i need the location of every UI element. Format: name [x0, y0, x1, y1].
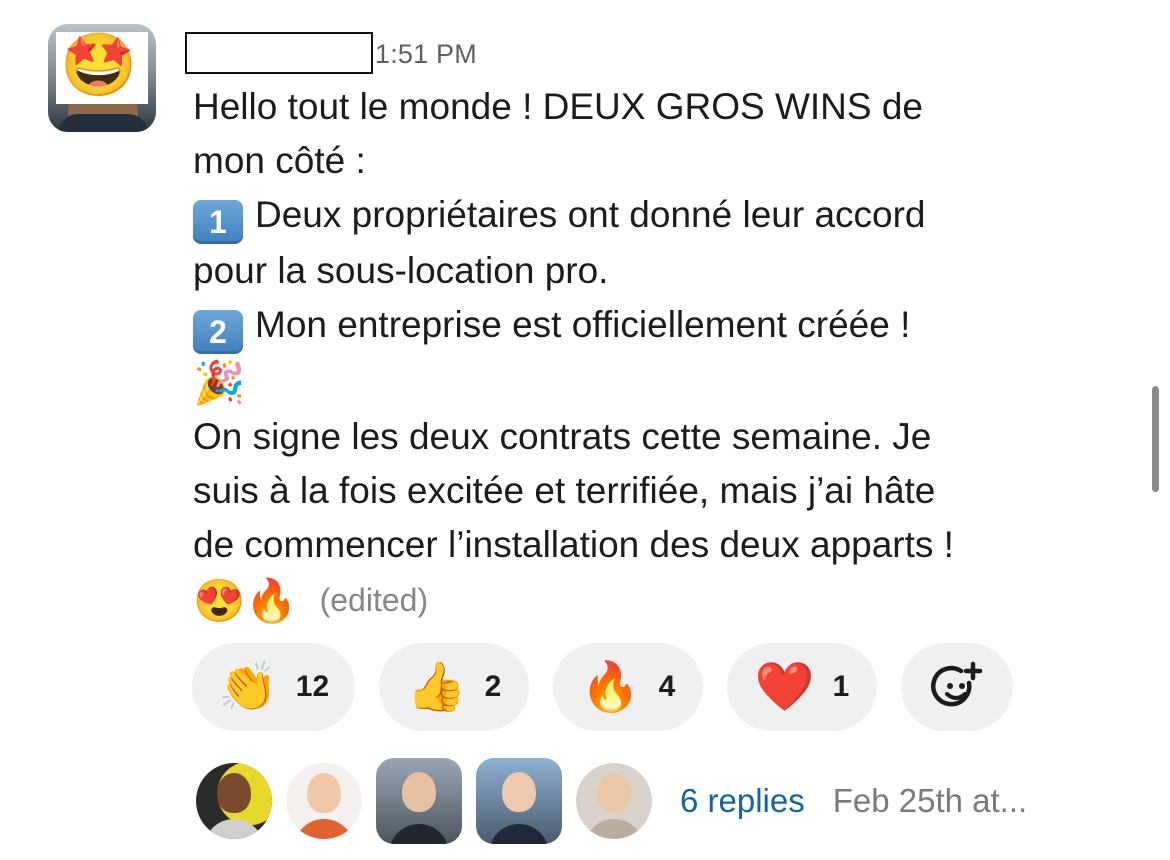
reaction-count: 12 [295, 670, 330, 703]
clapping-hands-icon: 👏 [218, 659, 278, 715]
message-line: Mon entreprise est officiellement créée … [255, 304, 911, 345]
add-reaction-icon [931, 661, 983, 707]
reactions-bar: 👏 12 👍 2 🔥 4 ❤️ 1 [192, 643, 1014, 731]
last-reply-date: Feb 25th at... [832, 782, 1028, 819]
message-timestamp[interactable]: 1:51 PM [375, 39, 477, 70]
reaction-thumbs-up[interactable]: 👍 2 [379, 643, 530, 731]
message-line: de commencer l’installation des deux app… [193, 524, 954, 565]
reply-avatar [196, 763, 272, 839]
author-avatar[interactable]: 🤩 [48, 24, 156, 132]
avatar-body [489, 824, 549, 844]
reaction-count: 2 [484, 670, 502, 703]
avatar-body [584, 819, 644, 839]
add-reaction-button[interactable] [901, 643, 1014, 731]
message-line-item-2: 2 Mon entreprise est officiellement créée… [193, 298, 1123, 354]
thumbs-up-icon: 👍 [406, 659, 467, 715]
reply-avatar [476, 758, 562, 844]
message-body: Hello tout le monde ! DEUX GROS WINS de … [193, 80, 1123, 628]
avatar-face [597, 773, 631, 814]
star-struck-emoji-icon: 🤩 [60, 28, 138, 101]
message-line: On signe les deux contrats cette semaine… [193, 416, 932, 457]
message-line: pour la sous-location pro. [193, 250, 609, 291]
thread-summary[interactable]: 6 replies Feb 25th at... [196, 758, 1027, 844]
reply-avatar [286, 763, 362, 839]
red-heart-icon: ❤️ [754, 659, 815, 715]
keycap-two-icon: 2 [193, 310, 243, 354]
avatar-face [307, 773, 341, 814]
avatar-photo-clothes [58, 114, 148, 132]
fire-icon: 🔥 [580, 659, 641, 715]
party-line: 🎉 [193, 354, 1123, 410]
message-header: 1:51 PM [185, 30, 477, 74]
author-name-redacted[interactable] [185, 32, 373, 74]
edited-label: (edited) [319, 582, 429, 618]
message-line: mon côté : [193, 140, 366, 181]
message-line: Deux propriétaires ont donné leur accord [255, 194, 926, 235]
message-line: suis à la fois excitée et terrifiée, mai… [193, 470, 936, 511]
keycap-one-icon: 1 [193, 200, 243, 244]
reaction-clapping-hands[interactable]: 👏 12 [192, 643, 356, 731]
message-line-item-1: 1 Deux propriétaires ont donné leur accor… [193, 188, 1123, 244]
avatar-face [217, 773, 251, 814]
avatar-body [389, 824, 449, 844]
replies-link[interactable]: 6 replies [680, 782, 805, 820]
reply-avatar [376, 758, 462, 844]
reaction-count: 1 [832, 670, 850, 703]
reaction-count: 4 [658, 670, 676, 703]
avatar-face [402, 772, 436, 813]
reply-avatar [576, 763, 652, 839]
avatar-face [502, 772, 536, 813]
reaction-fire[interactable]: 🔥 4 [553, 643, 704, 731]
heart-eyes-icon: 😍 [193, 577, 246, 624]
emoji-edited-line: 😍🔥 (edited) [193, 572, 1123, 628]
scrollbar-thumb[interactable] [1152, 386, 1159, 492]
party-popper-icon: 🎉 [193, 359, 246, 406]
avatar-body [294, 819, 354, 839]
message-line: Hello tout le monde ! DEUX GROS WINS de [193, 86, 923, 127]
reaction-red-heart[interactable]: ❤️ 1 [727, 643, 878, 731]
fire-icon: 🔥 [245, 577, 298, 624]
